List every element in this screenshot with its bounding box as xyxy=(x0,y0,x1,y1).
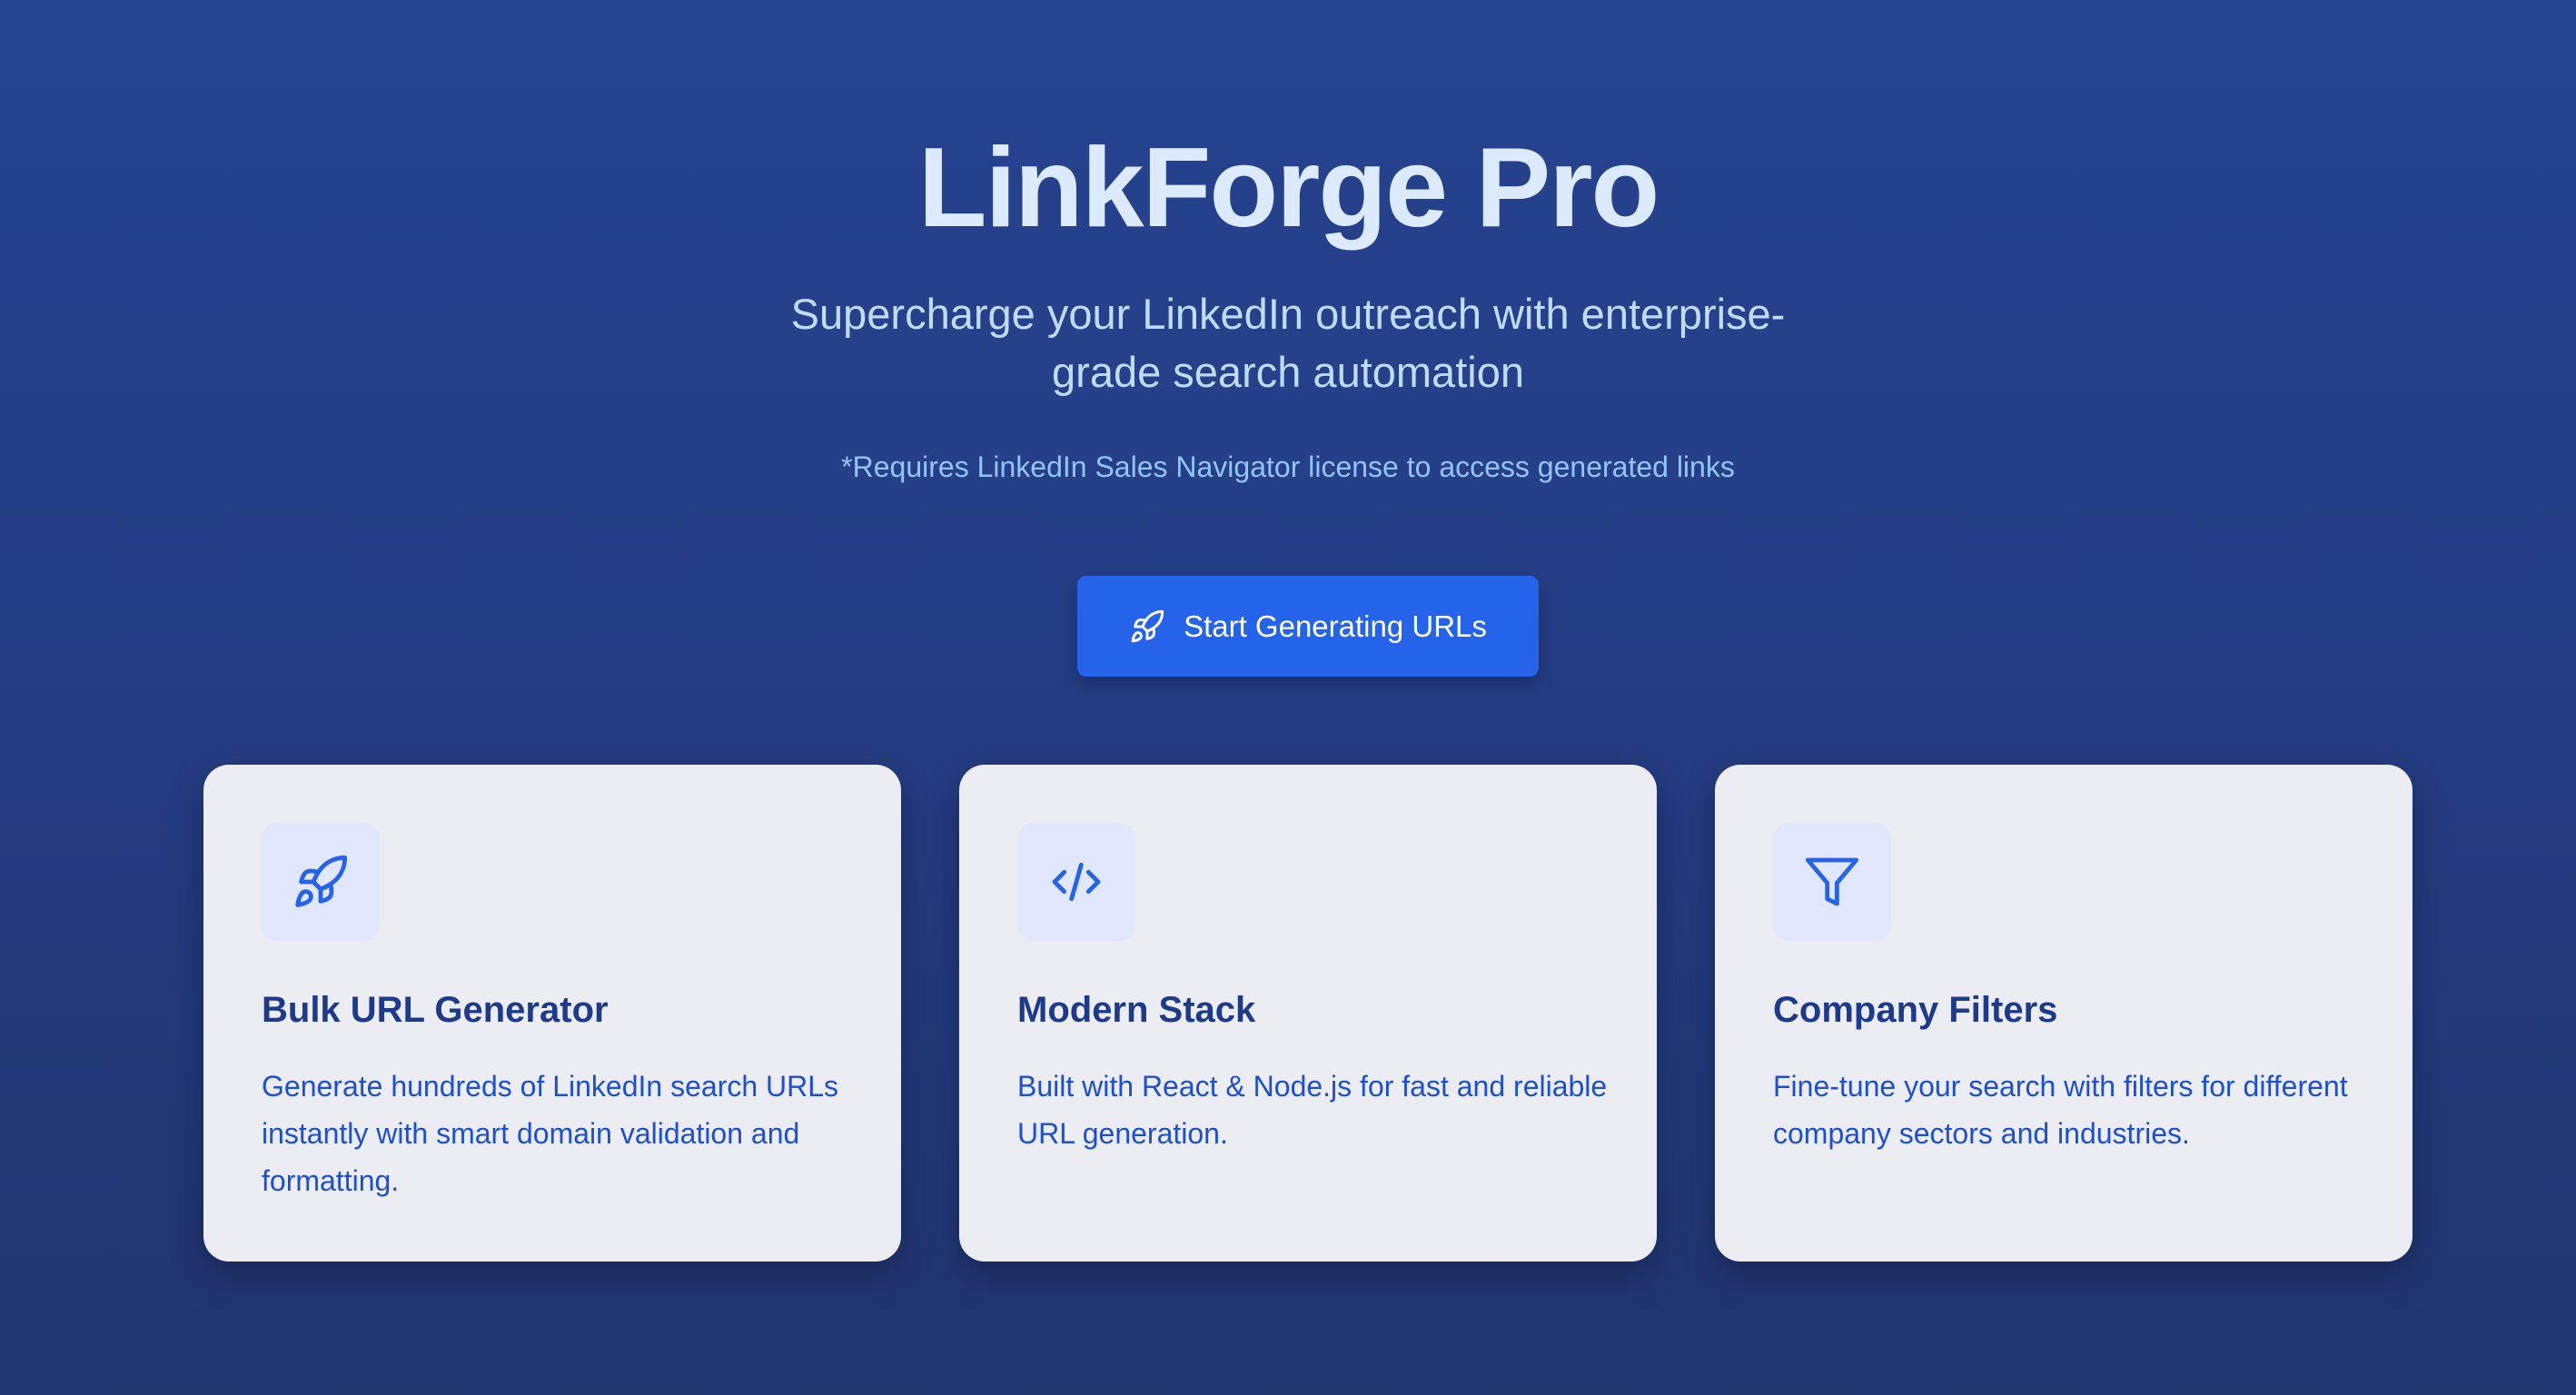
start-generating-button[interactable]: Start Generating URLs xyxy=(1077,576,1539,677)
page-title: LinkForge Pro xyxy=(917,125,1660,251)
feature-title: Bulk URL Generator xyxy=(262,990,609,1030)
feature-card-company-filters: Company Filters Fine-tune your search wi… xyxy=(1715,765,2413,1261)
feature-description: Built with React & Node.js for fast and … xyxy=(1017,1070,1608,1150)
feature-description: Fine-tune your search with filters for d… xyxy=(1773,1070,2348,1150)
feature-description: Generate hundreds of LinkedIn search URL… xyxy=(262,1070,839,1197)
rocket-icon xyxy=(1129,608,1165,645)
rocket-icon xyxy=(262,823,380,941)
feature-title: Modern Stack xyxy=(1017,990,1256,1030)
feature-card-bulk-url-generator: Bulk URL Generator Generate hundreds of … xyxy=(203,765,901,1261)
feature-title: Company Filters xyxy=(1773,990,2058,1030)
hero-subtitle: Supercharge your LinkedIn outreach with … xyxy=(790,290,1786,396)
code-icon xyxy=(1017,823,1135,941)
filter-icon xyxy=(1773,823,1891,941)
license-note: *Requires LinkedIn Sales Navigator licen… xyxy=(841,450,1735,483)
feature-card-modern-stack: Modern Stack Built with React & Node.js … xyxy=(959,765,1657,1261)
start-generating-label: Start Generating URLs xyxy=(1184,608,1487,643)
